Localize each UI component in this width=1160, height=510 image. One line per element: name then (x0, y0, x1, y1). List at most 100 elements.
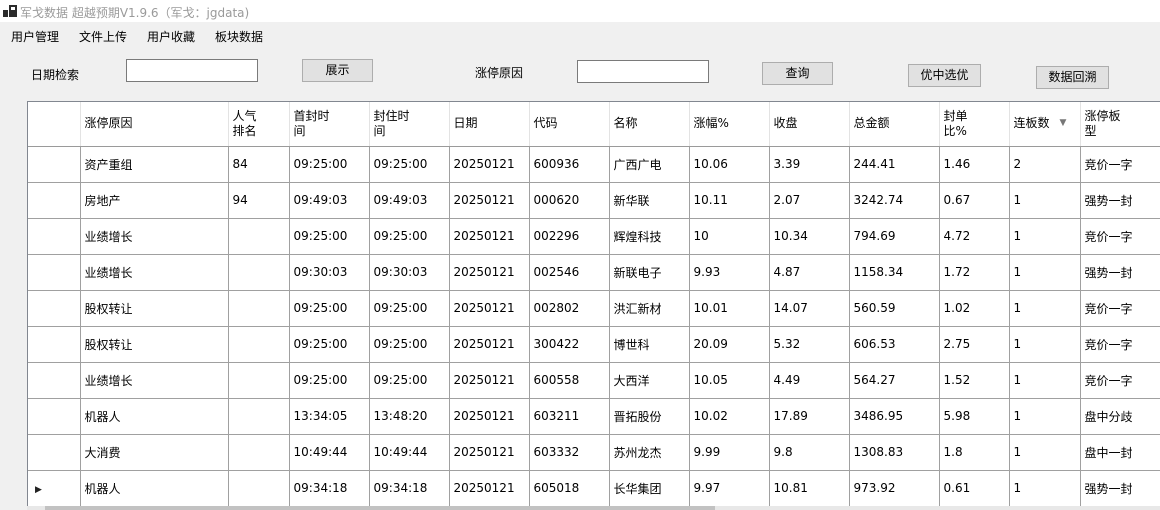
row-header-cell[interactable] (28, 326, 81, 363)
cell-code[interactable]: 605018 (529, 470, 610, 507)
cell-first_seal[interactable]: 09:34:18 (289, 470, 370, 507)
cell-date[interactable]: 20250121 (449, 470, 530, 507)
cell-seal_ratio[interactable]: 2.75 (939, 326, 1010, 363)
cell-seal[interactable]: 10:49:44 (369, 434, 450, 471)
cell-reason[interactable]: 业绩增长 (80, 362, 229, 399)
column-header-code[interactable]: 代码 (529, 102, 610, 147)
row-header-cell[interactable]: ▶ (28, 470, 81, 507)
column-header-seal[interactable]: 封住时间 (369, 102, 450, 147)
menu-user-management[interactable]: 用户管理 (11, 28, 59, 45)
limit-reason-input[interactable] (577, 60, 709, 83)
cell-reason[interactable]: 股权转让 (80, 290, 229, 327)
column-header-streak[interactable]: 连板数 ▼ (1009, 102, 1081, 147)
cell-reason[interactable]: 业绩增长 (80, 218, 229, 255)
cell-name[interactable]: 新华联 (609, 182, 690, 219)
cell-pct[interactable]: 20.09 (689, 326, 770, 363)
cell-first_seal[interactable]: 13:34:05 (289, 398, 370, 435)
cell-seal_ratio[interactable]: 1.52 (939, 362, 1010, 399)
cell-amount[interactable]: 564.27 (849, 362, 940, 399)
cell-date[interactable]: 20250121 (449, 326, 530, 363)
cell-date[interactable]: 20250121 (449, 218, 530, 255)
row-header-cell[interactable] (28, 398, 81, 435)
cell-streak[interactable]: 1 (1009, 182, 1081, 219)
cell-close[interactable]: 4.87 (769, 254, 850, 291)
cell-first_seal[interactable]: 09:25:00 (289, 326, 370, 363)
cell-seal_ratio[interactable]: 4.72 (939, 218, 1010, 255)
cell-code[interactable]: 000620 (529, 182, 610, 219)
cell-name[interactable]: 洪汇新材 (609, 290, 690, 327)
menu-user-favorites[interactable]: 用户收藏 (147, 28, 195, 45)
cell-streak[interactable]: 1 (1009, 434, 1081, 471)
cell-date[interactable]: 20250121 (449, 434, 530, 471)
table-row[interactable]: ▶ 机器人 09:34:18 09:34:18 20250121 605018 长华集团 9.… (28, 470, 1160, 507)
cell-seal_ratio[interactable]: 0.67 (939, 182, 1010, 219)
cell-code[interactable]: 002296 (529, 218, 610, 255)
cell-seal_ratio[interactable]: 1.46 (939, 146, 1010, 183)
cell-popularity[interactable] (228, 218, 290, 255)
table-row[interactable]: 业绩增长 09:25:00 09:25:00 20250121 600558 大西洋 10.… (28, 362, 1160, 399)
cell-seal_ratio[interactable]: 1.02 (939, 290, 1010, 327)
cell-date[interactable]: 20250121 (449, 362, 530, 399)
cell-reason[interactable]: 机器人 (80, 398, 229, 435)
cell-popularity[interactable] (228, 290, 290, 327)
cell-first_seal[interactable]: 09:30:03 (289, 254, 370, 291)
cell-board[interactable]: 强势一封 (1080, 470, 1160, 507)
cell-streak[interactable]: 1 (1009, 254, 1081, 291)
cell-close[interactable]: 2.07 (769, 182, 850, 219)
cell-pct[interactable]: 10.06 (689, 146, 770, 183)
cell-seal[interactable]: 09:25:00 (369, 326, 450, 363)
cell-reason[interactable]: 业绩增长 (80, 254, 229, 291)
table-row[interactable]: 股权转让 09:25:00 09:25:00 20250121 300422 博世科 20.… (28, 326, 1160, 363)
sort-down-icon[interactable]: ▼ (1060, 116, 1067, 131)
cell-amount[interactable]: 1308.83 (849, 434, 940, 471)
cell-streak[interactable]: 1 (1009, 362, 1081, 399)
cell-amount[interactable]: 1158.34 (849, 254, 940, 291)
cell-seal_ratio[interactable]: 1.8 (939, 434, 1010, 471)
table-row[interactable]: 业绩增长 09:30:03 09:30:03 20250121 002546 新联电子 9.… (28, 254, 1160, 291)
cell-seal[interactable]: 09:25:00 (369, 146, 450, 183)
cell-first_seal[interactable]: 09:25:00 (289, 146, 370, 183)
row-header-cell[interactable] (28, 434, 81, 471)
cell-reason[interactable]: 股权转让 (80, 326, 229, 363)
cell-first_seal[interactable]: 09:25:00 (289, 290, 370, 327)
cell-close[interactable]: 10.34 (769, 218, 850, 255)
cell-popularity[interactable] (228, 398, 290, 435)
cell-pct[interactable]: 10.11 (689, 182, 770, 219)
cell-streak[interactable]: 1 (1009, 218, 1081, 255)
horizontal-scrollbar-thumb[interactable] (45, 506, 715, 510)
column-header-close[interactable]: 收盘 (769, 102, 850, 147)
cell-pct[interactable]: 9.97 (689, 470, 770, 507)
cell-amount[interactable]: 973.92 (849, 470, 940, 507)
cell-amount[interactable]: 3486.95 (849, 398, 940, 435)
row-header-cell[interactable] (28, 290, 81, 327)
row-header-cell[interactable] (28, 182, 81, 219)
table-row[interactable]: 业绩增长 09:25:00 09:25:00 20250121 002296 辉煌科技 10… (28, 218, 1160, 255)
cell-name[interactable]: 博世科 (609, 326, 690, 363)
cell-name[interactable]: 晋拓股份 (609, 398, 690, 435)
query-button[interactable]: 查询 (762, 62, 833, 85)
cell-amount[interactable]: 3242.74 (849, 182, 940, 219)
cell-streak[interactable]: 1 (1009, 470, 1081, 507)
horizontal-scrollbar[interactable] (27, 506, 1160, 510)
cell-first_seal[interactable]: 09:25:00 (289, 218, 370, 255)
column-header-reason[interactable]: 涨停原因 (80, 102, 229, 147)
cell-first_seal[interactable]: 09:25:00 (289, 362, 370, 399)
row-header-cell[interactable] (28, 362, 81, 399)
cell-pct[interactable]: 9.99 (689, 434, 770, 471)
cell-code[interactable]: 600936 (529, 146, 610, 183)
cell-popularity[interactable]: 94 (228, 182, 290, 219)
cell-board[interactable]: 竞价一字 (1080, 218, 1160, 255)
cell-reason[interactable]: 资产重组 (80, 146, 229, 183)
row-header-cell[interactable] (28, 254, 81, 291)
cell-popularity[interactable] (228, 434, 290, 471)
cell-seal[interactable]: 09:34:18 (369, 470, 450, 507)
cell-close[interactable]: 14.07 (769, 290, 850, 327)
cell-pct[interactable]: 10.01 (689, 290, 770, 327)
cell-amount[interactable]: 606.53 (849, 326, 940, 363)
cell-seal[interactable]: 09:49:03 (369, 182, 450, 219)
table-row[interactable]: 机器人 13:34:05 13:48:20 20250121 603211 晋拓股份 10.… (28, 398, 1160, 435)
cell-reason[interactable]: 房地产 (80, 182, 229, 219)
cell-board[interactable]: 盘中分歧 (1080, 398, 1160, 435)
cell-board[interactable]: 竞价一字 (1080, 326, 1160, 363)
cell-popularity[interactable] (228, 362, 290, 399)
